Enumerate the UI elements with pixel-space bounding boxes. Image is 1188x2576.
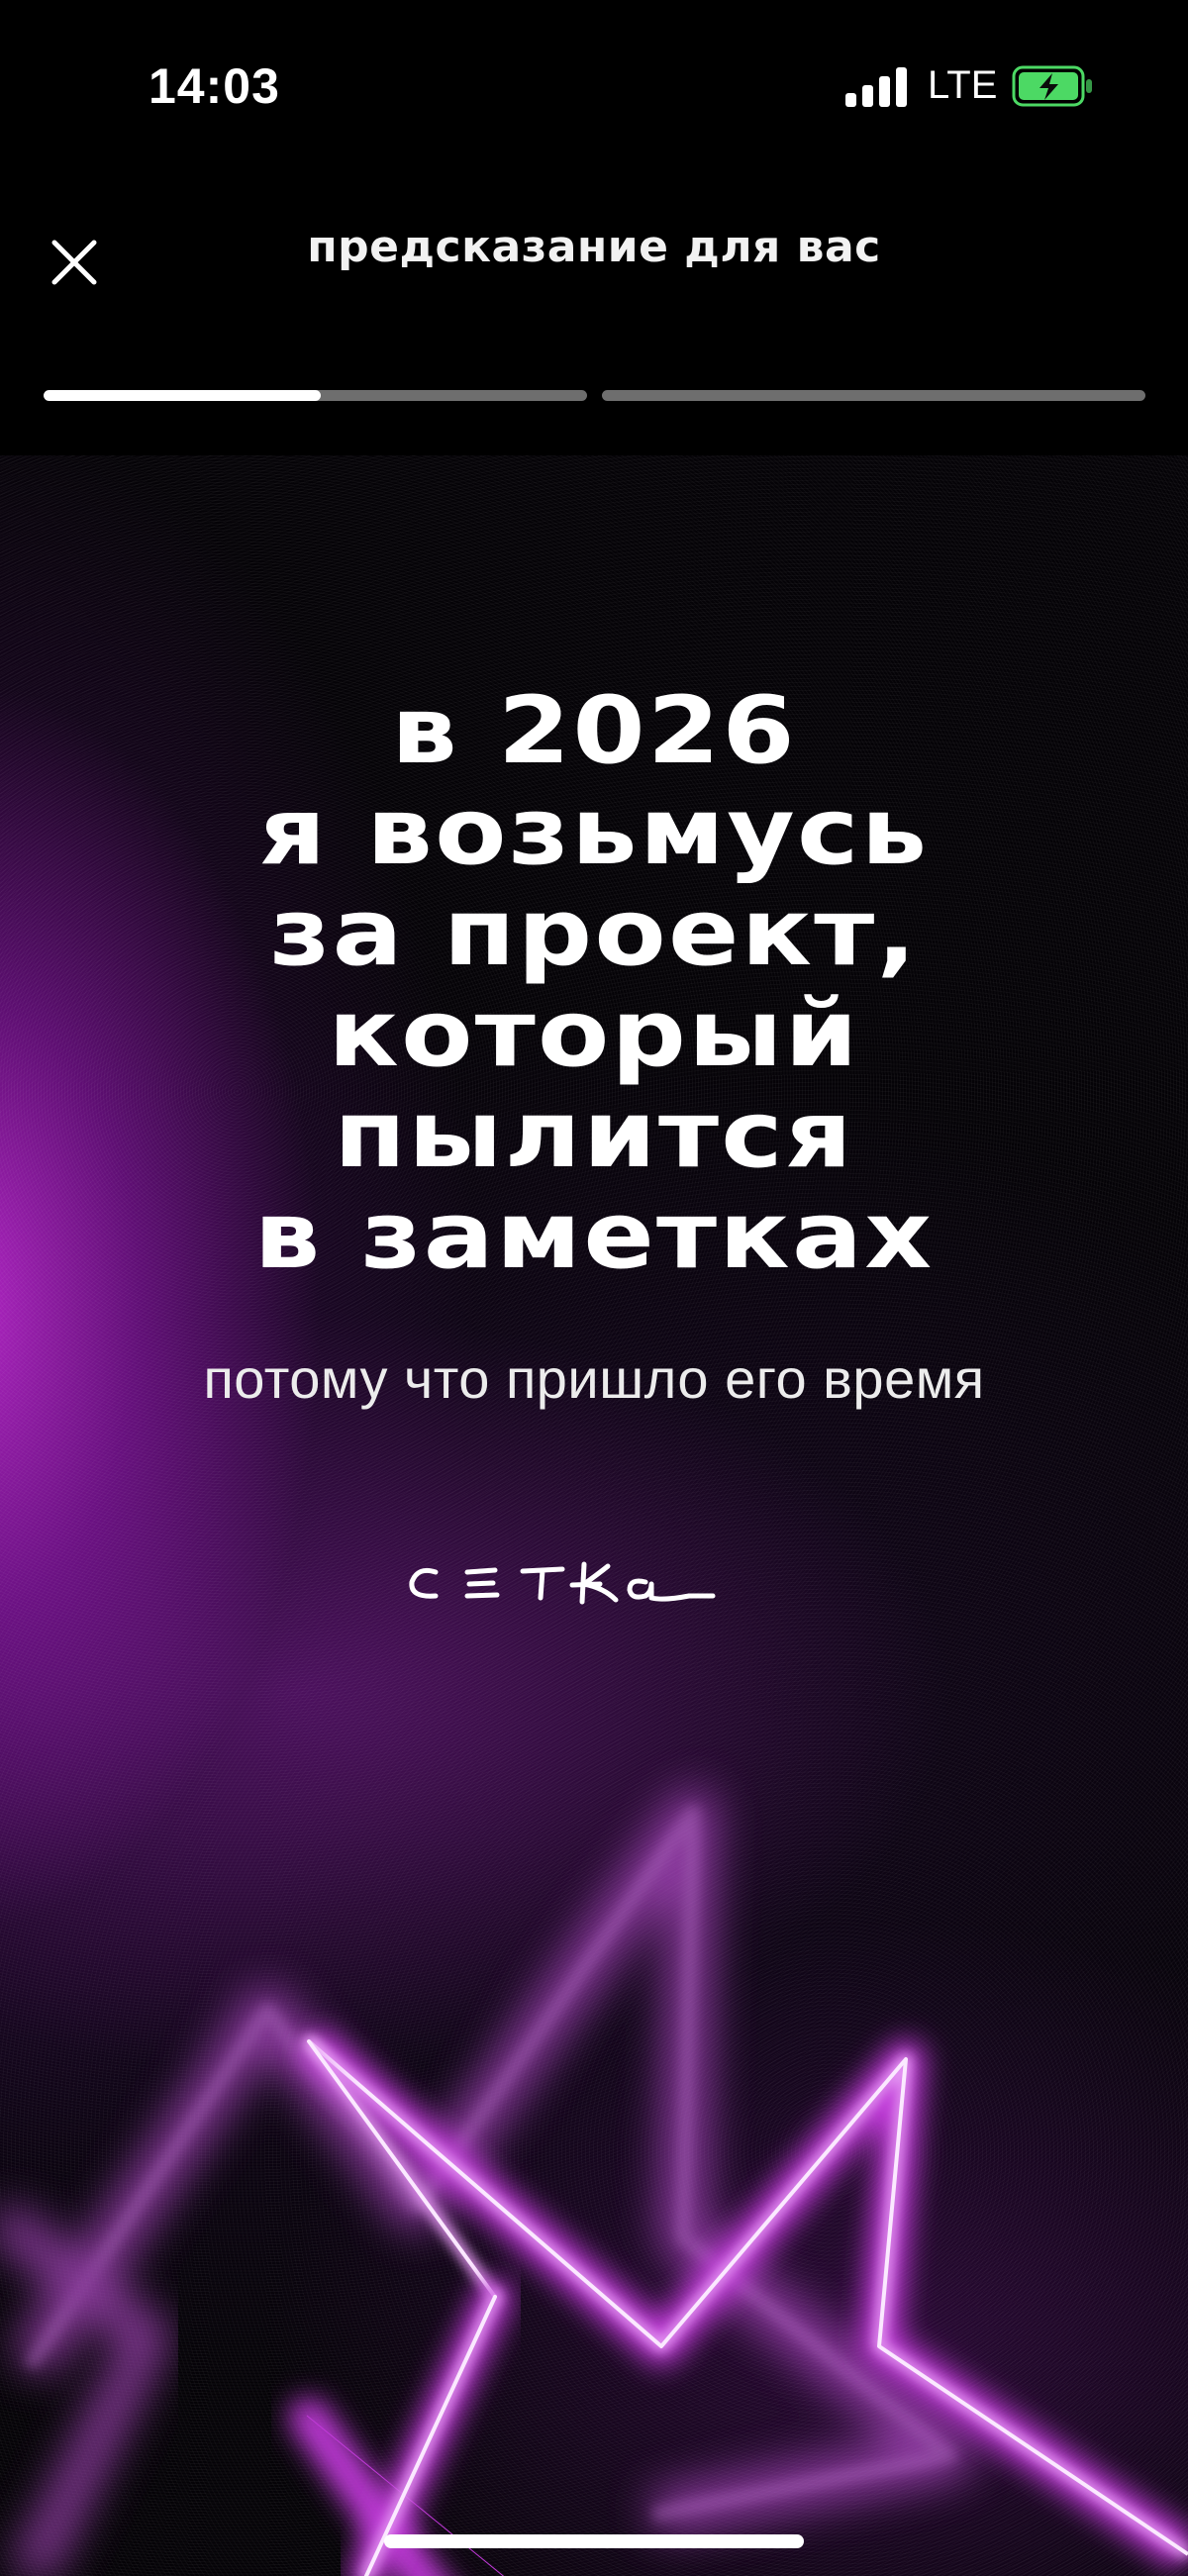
headline-line: пылится [334, 1081, 854, 1189]
headline-line: в заметках [253, 1182, 935, 1290]
story-card[interactable]: в 2026 я возьмусь за проект, который пыл… [0, 455, 1188, 2576]
status-time: 14:03 [148, 58, 280, 114]
story-header: предсказание для вас [0, 178, 1188, 455]
headline-line: я возьмусь [258, 778, 930, 886]
header-title: предсказание для вас [307, 222, 881, 272]
story-headline: в 2026 я возьмусь за проект, который пыл… [0, 681, 1188, 1287]
home-indicator[interactable] [384, 2534, 804, 2548]
signal-bars-icon [845, 67, 907, 107]
story-progress-1[interactable] [44, 390, 587, 401]
headline-line: в 2026 [391, 677, 797, 785]
story-subline: потому что пришло его время [203, 1347, 985, 1410]
status-bar: 14:03 LTE [0, 0, 1188, 178]
setka-logo [409, 1561, 716, 1605]
network-type: LTE [928, 63, 998, 107]
neon-star-icon [0, 1789, 1188, 2576]
story-progress-2[interactable] [602, 390, 1145, 401]
headline-line: который [328, 980, 860, 1088]
battery-charging-icon [1012, 65, 1092, 107]
story-progress-fill [44, 390, 321, 401]
headline-line: за проект, [269, 879, 919, 987]
